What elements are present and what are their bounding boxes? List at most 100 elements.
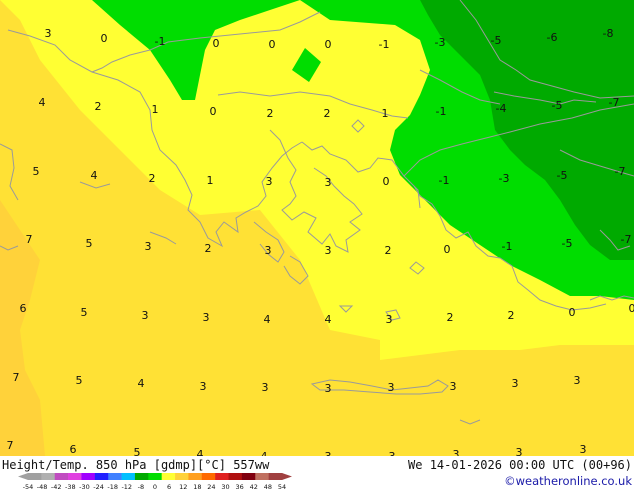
temp-label: 0 — [210, 105, 217, 118]
colorbar-swatch — [55, 473, 69, 480]
colorbar-swatch — [68, 473, 82, 480]
temp-label: -1 — [379, 38, 390, 51]
colorbar-tick-label: 24 — [207, 483, 215, 490]
temp-label: 0 — [101, 32, 108, 45]
temp-label: -5 — [557, 169, 568, 182]
temp-label: 3 — [266, 175, 273, 188]
colorbar: -54-48-42-38-30-24-18-12-806121824303642… — [18, 473, 292, 490]
temp-label: -8 — [603, 27, 614, 40]
temp-label: 4 — [91, 169, 98, 182]
colorbar-swatch — [148, 473, 162, 480]
colorbar-tick-label: 12 — [179, 483, 187, 490]
temp-label: 3 — [325, 244, 332, 257]
temp-label: 3 — [580, 443, 587, 456]
temp-label: -7 — [621, 233, 632, 246]
colorbar-tick-label: -8 — [138, 483, 144, 490]
colorbar-tick-label: -12 — [121, 483, 132, 490]
temp-label: 2 — [508, 309, 515, 322]
colorbar-swatch — [108, 473, 122, 480]
temp-label: 3 — [45, 27, 52, 40]
temp-label: -3 — [435, 36, 446, 49]
band-6-to-12-south — [380, 345, 634, 456]
colorbar-swatch — [122, 473, 136, 480]
colorbar-tick-label: 42 — [250, 483, 258, 490]
colorbar-tick-label: -24 — [93, 483, 104, 490]
temp-label: 3 — [516, 446, 523, 456]
colorbar-swatch — [202, 473, 216, 480]
temp-label: 7 — [7, 439, 14, 452]
colorbar-swatch — [255, 473, 269, 480]
colorbar-swatch — [28, 473, 42, 480]
temp-label: -5 — [491, 34, 502, 47]
temp-label: 2 — [149, 172, 156, 185]
colorbar-tick-label: 0 — [153, 483, 157, 490]
temp-label: 2 — [267, 107, 274, 120]
colorbar-tick-label: -48 — [37, 483, 48, 490]
temp-label: 7 — [26, 233, 33, 246]
temp-label: 0 — [569, 306, 576, 319]
credit-text: ©weatheronline.co.uk — [504, 474, 632, 488]
colorbar-swatch — [188, 473, 202, 480]
temp-label: 3 — [203, 311, 210, 324]
colorbar-swatch — [269, 473, 283, 480]
temp-label: 5 — [86, 237, 93, 250]
temp-label: 1 — [207, 174, 214, 187]
colorbar-tick-label: -18 — [107, 483, 118, 490]
colorbar-left-arrow — [18, 473, 28, 480]
temp-label: 5 — [76, 374, 83, 387]
temp-label: 0 — [325, 38, 332, 51]
temp-label: 5 — [81, 306, 88, 319]
temp-label: 2 — [385, 244, 392, 257]
map-datetime: We 14-01-2026 00:00 UTC (00+96) — [408, 458, 632, 472]
temp-label: 3 — [325, 176, 332, 189]
temp-label: -4 — [496, 102, 507, 115]
temp-label: 1 — [382, 107, 389, 120]
temp-label: -6 — [547, 31, 558, 44]
colorbar-tick-label: 30 — [221, 483, 229, 490]
temp-label: 5 — [134, 446, 141, 456]
temperature-map: 30-1000-1-3-5-6-84210221-1-4-5-75421330-… — [0, 0, 634, 456]
temp-label: 6 — [20, 302, 27, 315]
colorbar-tick-label: 18 — [193, 483, 201, 490]
colorbar-swatch — [41, 473, 55, 480]
colorbar-tick-label: -30 — [79, 483, 90, 490]
temp-label: 2 — [447, 311, 454, 324]
colorbar-tick-label: 36 — [236, 483, 244, 490]
temp-label: 3 — [453, 448, 460, 456]
temp-label: 3 — [142, 309, 149, 322]
temp-label: 0 — [213, 37, 220, 50]
colorbar-swatch — [175, 473, 189, 480]
temp-label: 5 — [33, 165, 40, 178]
map-title: Height/Temp. 850 hPa [gdmp][°C] 557ww — [2, 458, 270, 472]
temp-label: 4 — [197, 448, 204, 456]
colorbar-right-arrow — [282, 473, 292, 480]
temp-label: -1 — [155, 35, 166, 48]
temp-label: 4 — [39, 96, 46, 109]
bottom-bar: Height/Temp. 850 hPa [gdmp][°C] 557ww We… — [0, 456, 634, 490]
colorbar-swatch — [162, 473, 176, 480]
colorbar-tick-label: 48 — [264, 483, 272, 490]
colorbar-swatch — [95, 473, 109, 480]
colorbar-swatch — [135, 473, 149, 480]
temp-label: 3 — [574, 374, 581, 387]
temp-label: -1 — [439, 174, 450, 187]
temp-label: 2 — [324, 107, 331, 120]
temp-label: 0 — [444, 243, 451, 256]
temp-label: 3 — [386, 313, 393, 326]
colorbar-tick-label: -54 — [23, 483, 34, 490]
temp-label: -7 — [615, 165, 626, 178]
colorbar-swatch — [229, 473, 243, 480]
temp-label: 3 — [512, 377, 519, 390]
colorbar-swatch — [215, 473, 229, 480]
temp-label: -1 — [436, 105, 447, 118]
temp-label: 3 — [200, 380, 207, 393]
temp-label: 4 — [138, 377, 145, 390]
temp-label: 4 — [325, 313, 332, 326]
temp-label: -5 — [562, 237, 573, 250]
colorbar-tick-label: -38 — [65, 483, 76, 490]
temp-label: 7 — [13, 371, 20, 384]
temp-label: -1 — [502, 240, 513, 253]
colorbar-tick-label: -42 — [51, 483, 62, 490]
temp-label: -5 — [552, 99, 563, 112]
temp-label: 4 — [264, 313, 271, 326]
